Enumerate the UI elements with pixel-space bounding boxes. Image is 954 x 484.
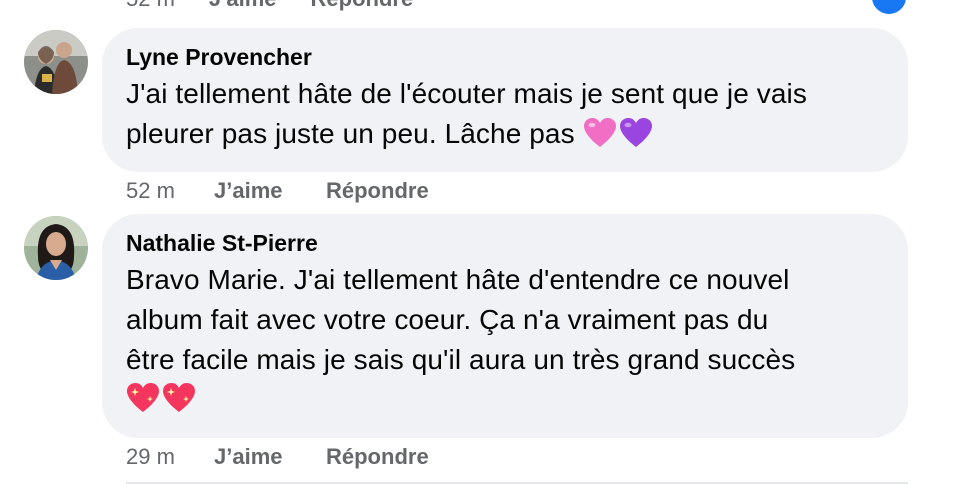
previous-comment-actions: 52 m J'aime Répondre (126, 0, 413, 12)
emoji-group (126, 380, 884, 414)
emoji-group (583, 117, 653, 149)
avatar-image (24, 30, 88, 94)
like-button[interactable]: J’aime (214, 444, 326, 470)
comment-text: J'ai tellement hâte de l'écouter mais je… (126, 74, 884, 154)
comment-time[interactable]: 52 m (126, 178, 214, 204)
avatar[interactable] (24, 30, 88, 94)
comment-actions: 29 m J’aime Répondre (126, 444, 429, 470)
comment-text-line: J'ai tellement hâte de l'écouter mais je… (126, 78, 807, 109)
like-button[interactable]: J'aime (209, 0, 277, 12)
comment-bubble: Nathalie St-Pierre Bravo Marie. J'ai tel… (102, 214, 908, 438)
comment-bubble: Lyne Provencher J'ai tellement hâte de l… (102, 28, 908, 172)
comment-item: Nathalie St-Pierre Bravo Marie. J'ai tel… (24, 214, 908, 484)
comment-actions: 52 m J’aime Répondre (126, 178, 429, 204)
avatar[interactable] (24, 216, 88, 280)
avatar-image (24, 216, 88, 280)
like-button[interactable]: J’aime (214, 178, 326, 204)
reply-button[interactable]: Répondre (311, 0, 414, 12)
comment-author[interactable]: Lyne Provencher (126, 42, 884, 72)
sparkling-heart-icon (163, 383, 195, 412)
comment-text-line: Bravo Marie. J'ai tellement hâte d'enten… (126, 264, 790, 295)
reply-button[interactable]: Répondre (326, 178, 429, 204)
comment-text-line: album fait avec votre coeur. Ça n'a vrai… (126, 304, 769, 335)
comment-author[interactable]: Nathalie St-Pierre (126, 228, 884, 258)
comment-text-line: être facile mais je sais qu'il aura un t… (126, 344, 796, 375)
reaction-badge[interactable] (870, 0, 908, 16)
comment-text: Bravo Marie. J'ai tellement hâte d'enten… (126, 260, 884, 414)
comment-time[interactable]: 29 m (126, 444, 214, 470)
comment-text-line: pleurer pas juste un peu. Lâche pas (126, 118, 575, 149)
pink-heart-icon (583, 118, 616, 147)
purple-heart-icon (619, 118, 652, 147)
comment-item: Lyne Provencher J'ai tellement hâte de l… (24, 28, 908, 204)
comment-text-line-with-emojis: pleurer pas juste un peu. Lâche pas (126, 114, 884, 154)
sparkling-heart-icon (127, 383, 159, 412)
reply-button[interactable]: Répondre (326, 444, 429, 470)
comment-time: 52 m (126, 0, 175, 12)
